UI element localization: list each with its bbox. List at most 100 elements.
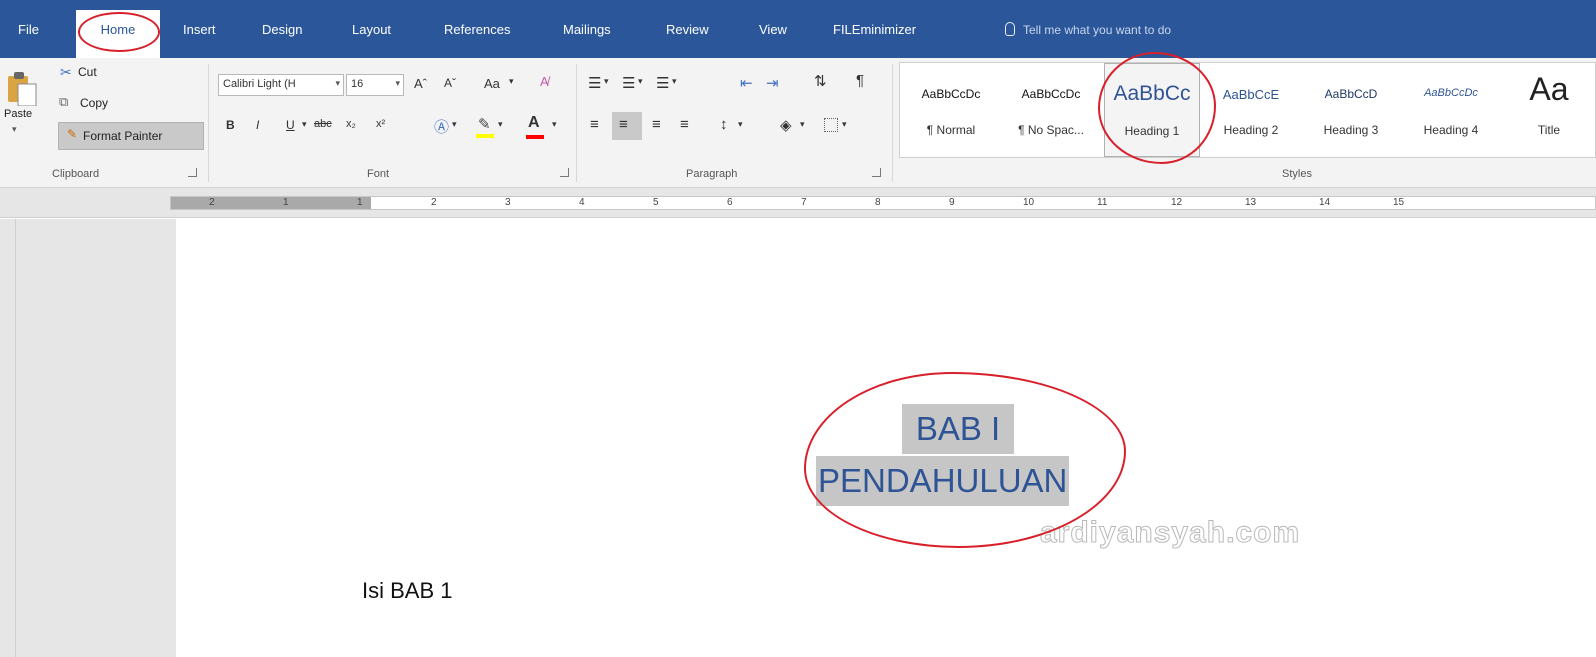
numbering-icon[interactable]: ☰ [622, 74, 635, 92]
copy-icon[interactable]: ⧉ [59, 94, 68, 110]
annotation-circle-home [78, 12, 160, 52]
clear-formatting-icon[interactable]: A̸ [540, 74, 549, 89]
chevron-down-icon[interactable]: ▾ [800, 119, 805, 130]
italic-button[interactable]: I [256, 118, 259, 132]
group-divider [576, 64, 577, 182]
group-divider [208, 64, 209, 182]
chevron-down-icon[interactable]: ▾ [604, 76, 609, 87]
paragraph-launcher-icon[interactable] [872, 168, 881, 177]
chevron-down-icon: ▾ [335, 78, 340, 88]
subscript-button[interactable]: x₂ [346, 118, 356, 130]
ruler-number: 3 [505, 197, 511, 208]
superscript-button[interactable]: x² [376, 118, 385, 130]
chevron-down-icon[interactable]: ▾ [552, 119, 557, 130]
ruler-strip[interactable]: 2 1 1 2 3 4 5 6 7 8 9 10 11 12 13 14 15 [170, 196, 1596, 210]
ribbon-home: Paste ▾ ✂ Cut ⧉ Copy ✎ Format Painter Cl… [0, 58, 1596, 188]
style-heading-2[interactable]: AaBbCcE Heading 2 [1202, 63, 1300, 157]
copy-button[interactable]: Copy [80, 96, 108, 110]
bullets-icon[interactable]: ☰ [588, 74, 601, 92]
shading-icon[interactable]: ◈ [780, 116, 792, 134]
tab-references[interactable]: References [444, 22, 510, 37]
style-name: Heading 3 [1323, 123, 1379, 137]
font-size-combo[interactable]: 16 ▾ [346, 74, 404, 96]
tab-review[interactable]: Review [666, 22, 709, 37]
strikethrough-button[interactable]: abc [314, 118, 332, 130]
horizontal-ruler: 2 1 1 2 3 4 5 6 7 8 9 10 11 12 13 14 15 [0, 188, 1596, 218]
increase-indent-icon[interactable]: ⇥ [766, 74, 779, 92]
font-name-value: Calibri Light (H [223, 78, 296, 90]
clipboard-launcher-icon[interactable] [188, 168, 197, 177]
style-normal[interactable]: AaBbCcDc ¶ Normal [902, 63, 1000, 157]
ruler-number: 15 [1393, 197, 1405, 208]
cut-icon[interactable]: ✂ [60, 64, 72, 81]
borders-icon[interactable] [824, 118, 838, 132]
ruler-number: 2 [431, 197, 437, 208]
ruler-number: 1 [357, 197, 363, 208]
chevron-down-icon[interactable]: ▾ [509, 76, 514, 87]
style-sample: AaBbCcE [1222, 87, 1280, 102]
chevron-down-icon[interactable]: ▾ [842, 119, 847, 130]
ruler-number: 8 [875, 197, 881, 208]
style-heading-4[interactable]: AaBbCcDc Heading 4 [1402, 63, 1500, 157]
font-color-button[interactable]: A [528, 114, 540, 132]
tab-view[interactable]: View [759, 22, 787, 37]
chevron-down-icon: ▾ [395, 78, 400, 88]
align-right-icon[interactable]: ≡ [652, 116, 661, 133]
style-name: Title [1537, 123, 1561, 137]
ruler-number: 4 [579, 197, 585, 208]
tab-mailings[interactable]: Mailings [563, 22, 611, 37]
style-name: Heading 4 [1423, 123, 1479, 137]
format-painter-button[interactable]: ✎ Format Painter [58, 122, 204, 150]
style-sample: AaBbCcD [1324, 87, 1378, 101]
style-sample: AaBbCcDc [1021, 87, 1081, 101]
font-group-label: Font [367, 168, 390, 180]
format-painter-label: Format Painter [83, 129, 163, 143]
style-name: ¶ No Spac... [1018, 123, 1084, 137]
justify-icon[interactable]: ≡ [680, 116, 689, 133]
ruler-number: 12 [1171, 197, 1183, 208]
chevron-down-icon[interactable]: ▾ [638, 76, 643, 87]
chevron-down-icon[interactable]: ▾ [498, 119, 503, 130]
ruler-margin-left [171, 197, 371, 209]
chevron-down-icon[interactable]: ▾ [672, 76, 677, 87]
tell-me-box[interactable]: Tell me what you want to do [1005, 22, 1171, 37]
change-case-button[interactable]: Aa [484, 76, 500, 91]
line-spacing-icon[interactable]: ↕ [720, 116, 728, 133]
show-formatting-button[interactable]: ¶ [856, 72, 864, 89]
text-effects-icon[interactable]: Ⓐ [434, 116, 449, 137]
paintbrush-icon: ✎ [67, 127, 78, 141]
tell-me-text: Tell me what you want to do [1023, 23, 1172, 37]
multilevel-list-icon[interactable]: ☰ [656, 74, 669, 92]
ruler-number: 6 [727, 197, 733, 208]
underline-button[interactable]: U [286, 118, 295, 132]
decrease-indent-icon[interactable]: ⇤ [740, 74, 753, 92]
highlight-icon[interactable]: ✎ [478, 115, 491, 133]
style-sample: AaBbCcDc [1424, 87, 1478, 99]
bold-button[interactable]: B [226, 118, 235, 132]
paste-dropdown-icon[interactable]: ▾ [12, 124, 17, 135]
grow-font-button[interactable]: Aˆ [414, 76, 427, 91]
align-left-icon[interactable]: ≡ [590, 116, 599, 133]
shrink-font-button[interactable]: Aˇ [444, 76, 456, 90]
sort-icon[interactable]: ⇅ [814, 72, 827, 90]
tab-file[interactable]: File [18, 22, 39, 37]
tab-design[interactable]: Design [262, 22, 302, 37]
cut-button[interactable]: Cut [78, 65, 97, 79]
ribbon-tab-bar: File Home Insert Design Layout Reference… [0, 0, 1596, 58]
paste-icon[interactable] [8, 72, 38, 106]
font-launcher-icon[interactable] [560, 168, 569, 177]
paste-label[interactable]: Paste [4, 108, 32, 120]
font-name-combo[interactable]: Calibri Light (H ▾ [218, 74, 344, 96]
tab-layout[interactable]: Layout [352, 22, 391, 37]
chevron-down-icon[interactable]: ▾ [302, 119, 307, 130]
style-no-spacing[interactable]: AaBbCcDc ¶ No Spac... [1002, 63, 1100, 157]
body-text[interactable]: Isi BAB 1 [362, 578, 452, 604]
chevron-down-icon[interactable]: ▾ [452, 119, 457, 130]
style-name: ¶ Normal [926, 123, 976, 137]
chevron-down-icon[interactable]: ▾ [738, 119, 743, 130]
style-title[interactable]: Aa Title [1502, 63, 1596, 157]
tab-insert[interactable]: Insert [183, 22, 216, 37]
style-heading-3[interactable]: AaBbCcD Heading 3 [1302, 63, 1400, 157]
tab-fileminimizer[interactable]: FILEminimizer [833, 22, 916, 37]
ruler-number: 14 [1319, 197, 1331, 208]
